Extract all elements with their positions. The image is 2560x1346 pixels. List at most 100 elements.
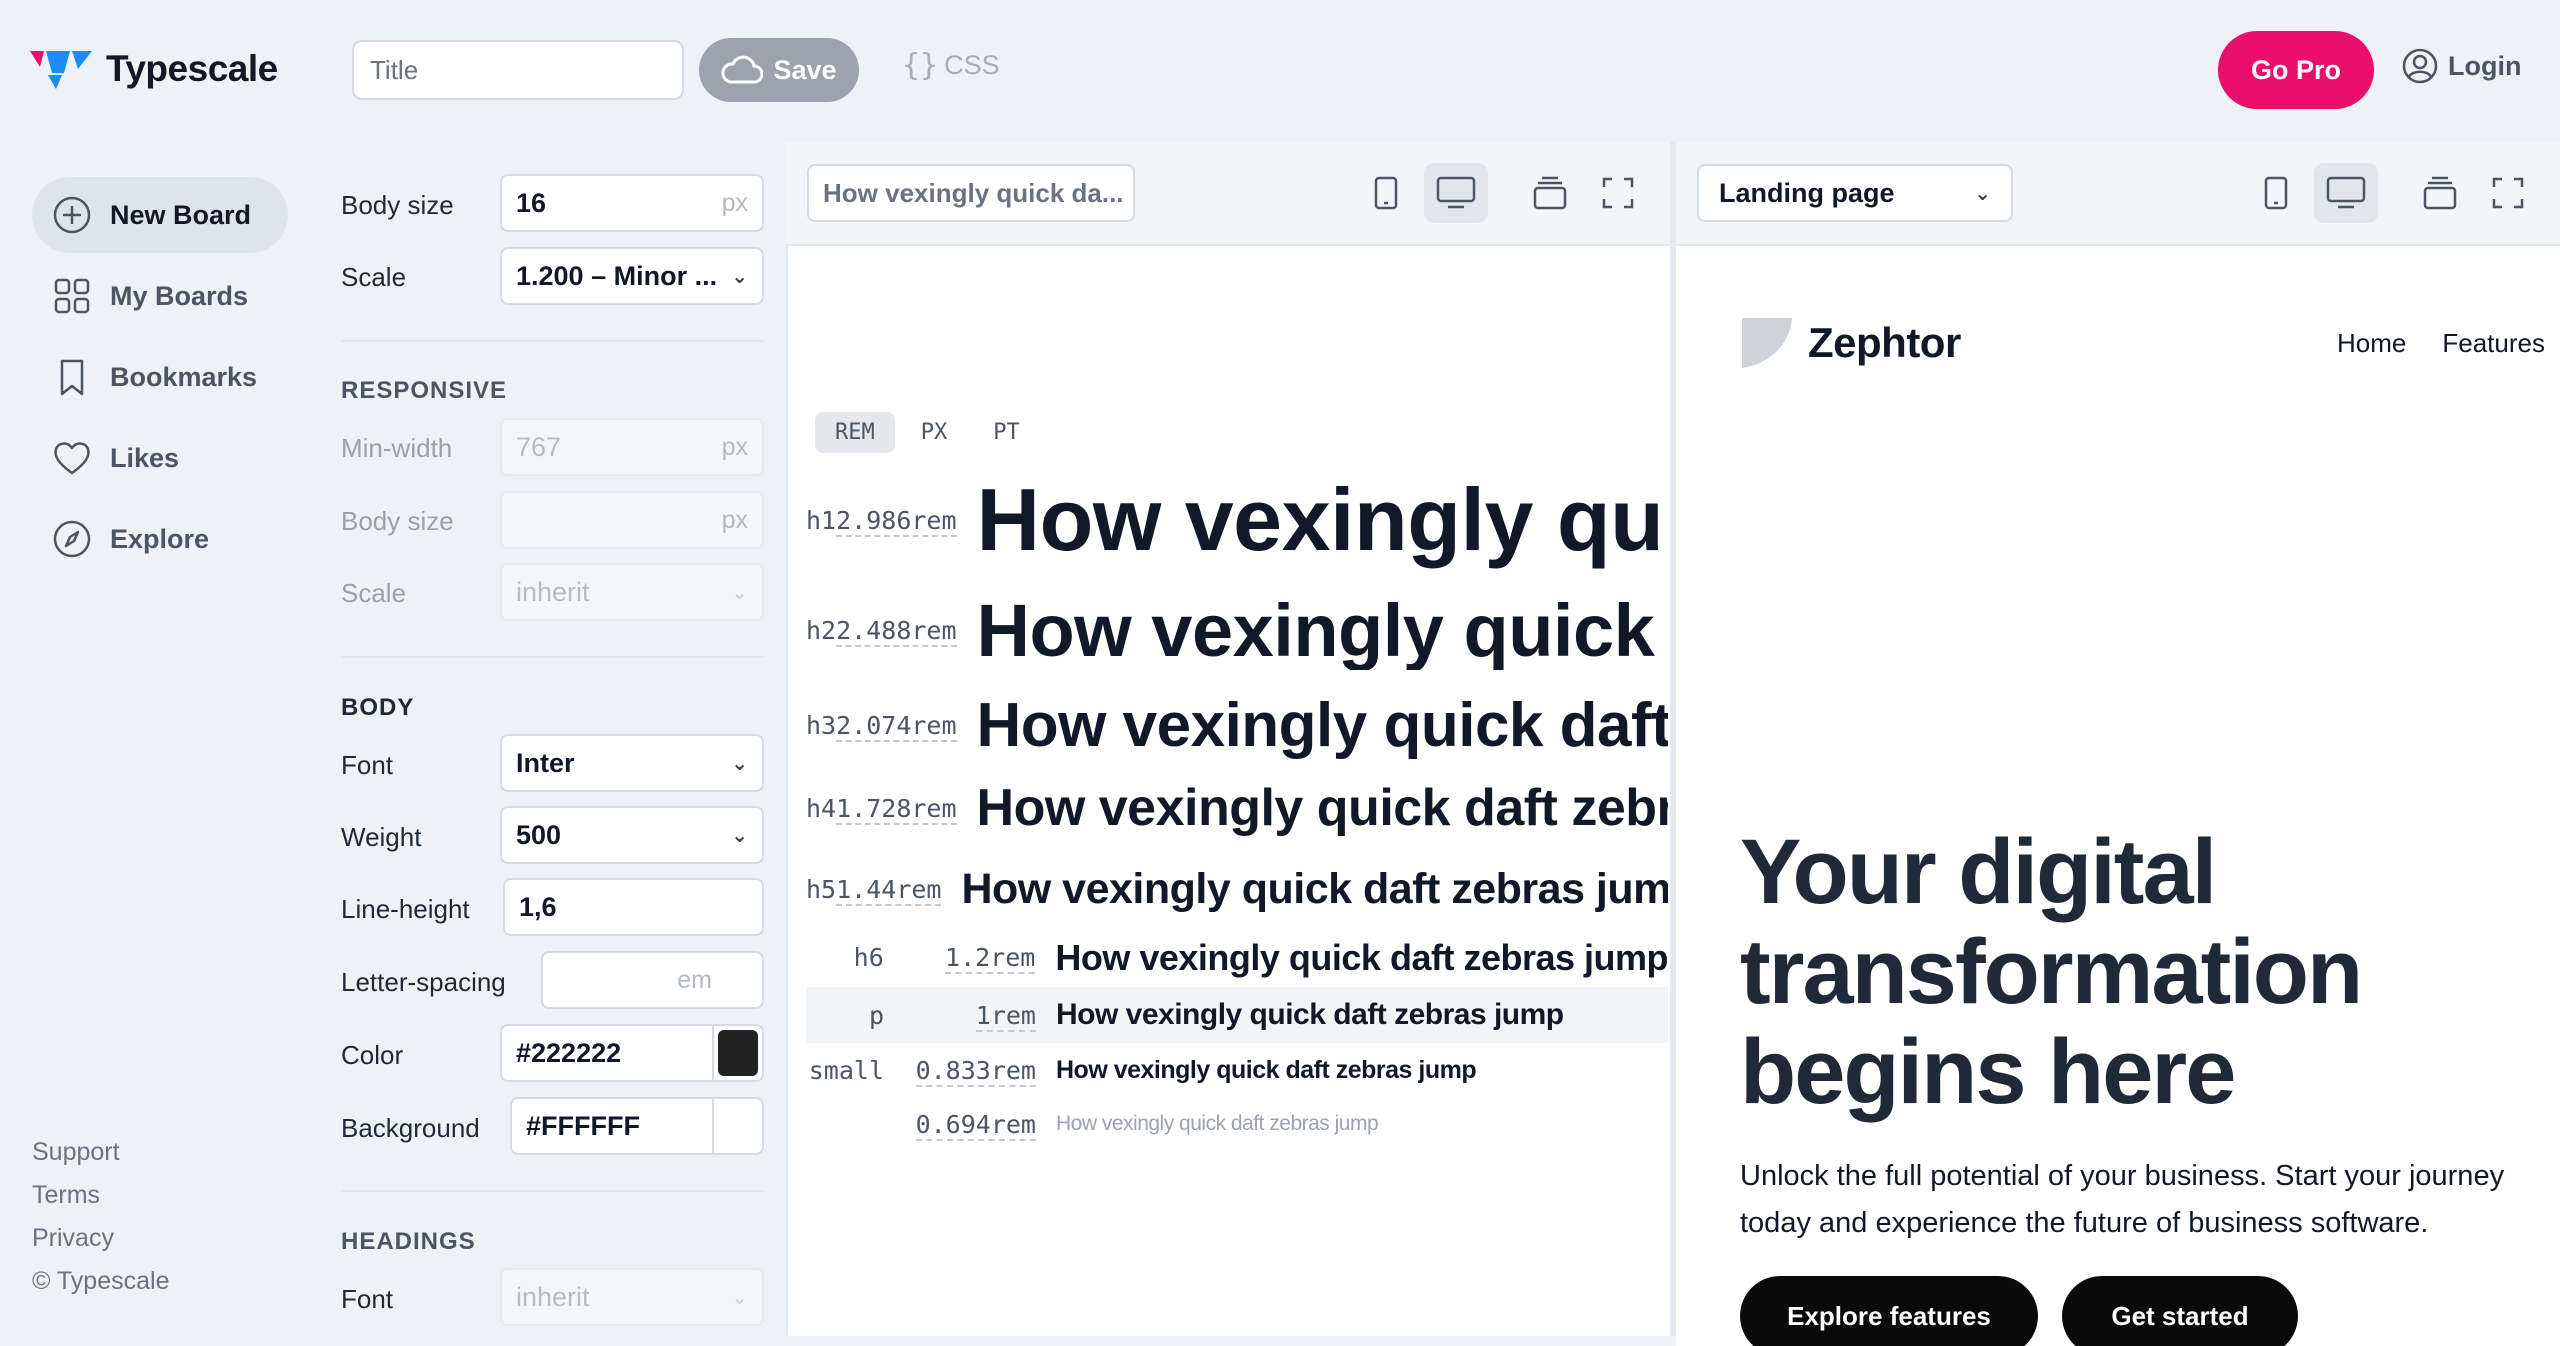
brand-name: Zephtor <box>1808 319 1961 366</box>
chevron-down-icon: ⌄ <box>731 1286 748 1309</box>
desktop-view-button[interactable] <box>2314 163 2378 223</box>
row-tag: h1 <box>806 505 837 535</box>
body-weight-select[interactable]: 500 ⌄ <box>500 806 764 864</box>
get-started-button[interactable]: Get started <box>2062 1276 2298 1346</box>
sidebar-item-new-board[interactable]: New Board <box>32 177 288 253</box>
background-color-swatch[interactable] <box>712 1099 762 1153</box>
row-tag: small <box>808 1055 884 1085</box>
headings-font-value: inherit <box>516 1281 590 1312</box>
body-font-select[interactable]: Inter ⌄ <box>500 734 764 792</box>
body-weight-value: 500 <box>516 819 562 850</box>
terms-link[interactable]: Terms <box>32 1180 169 1210</box>
bookmark-icon <box>60 359 84 396</box>
min-width-value: 767 <box>516 431 562 462</box>
text-color-value: #222222 <box>516 1037 622 1068</box>
stack-icon <box>2423 176 2457 210</box>
row-tag: h2 <box>806 615 837 645</box>
responsive-scale-select[interactable]: inherit ⌄ <box>500 563 764 621</box>
mobile-view-button[interactable] <box>1354 163 1418 223</box>
fullscreen-button[interactable] <box>2476 163 2540 223</box>
board-title-input[interactable] <box>352 40 684 100</box>
text-color-input[interactable]: #222222 <box>500 1024 764 1082</box>
sidebar-item-explore[interactable]: Explore <box>32 501 209 577</box>
css-button[interactable]: {} CSS <box>902 48 1000 83</box>
font-label: Font <box>341 750 394 780</box>
heart-icon <box>54 442 90 475</box>
row-value: 1.44rem <box>836 874 942 906</box>
sidebar-item-label: New Board <box>110 199 252 230</box>
fullscreen-button[interactable] <box>1586 163 1650 223</box>
landing-brand[interactable]: Zephtor <box>1740 316 1961 370</box>
expand-icon <box>1602 177 1634 209</box>
save-label: Save <box>773 54 837 85</box>
headings-font-label: Font <box>341 1284 394 1314</box>
weight-label: Weight <box>341 822 422 852</box>
chevron-down-icon: ⌄ <box>731 752 748 775</box>
row-value: 1rem <box>975 1000 1036 1032</box>
letter-spacing-input[interactable]: em <box>541 951 764 1009</box>
sidebar-item-my-boards[interactable]: My Boards <box>32 258 248 334</box>
line-height-input[interactable]: 1,6 <box>503 878 764 936</box>
tab-pt[interactable]: PT <box>973 412 1040 453</box>
body-size-unit: px <box>721 188 748 217</box>
landing-nav: Home Features <box>2337 328 2545 359</box>
nav-link-features[interactable]: Features <box>2442 328 2545 359</box>
login-button[interactable]: Login <box>2402 48 2521 84</box>
mobile-view-button[interactable] <box>2244 163 2308 223</box>
headings-font-select[interactable]: inherit ⌄ <box>500 1268 764 1326</box>
desktop-view-button[interactable] <box>1424 163 1488 223</box>
support-link[interactable]: Support <box>32 1137 169 1167</box>
brand-logo-icon <box>1742 318 1792 368</box>
min-width-label: Min-width <box>341 433 453 463</box>
scale-select[interactable]: 1.200 – Minor ... ⌄ <box>500 247 764 305</box>
explore-features-button[interactable]: Explore features <box>1740 1276 2038 1346</box>
hero-line: transformation <box>1740 921 2363 1023</box>
body-size-input[interactable]: 16 px <box>500 174 764 232</box>
background-color-input[interactable]: #FFFFFF <box>510 1097 764 1155</box>
app-logo[interactable]: Typescale <box>30 48 278 90</box>
scale-label: Scale <box>341 262 407 292</box>
row-value: 0.833rem <box>915 1055 1036 1087</box>
sidebar-item-likes[interactable]: Likes <box>32 420 179 496</box>
scale-value: 1.200 – Minor ... <box>516 260 718 291</box>
nav-link-home[interactable]: Home <box>2337 328 2406 359</box>
preview-template-select[interactable]: Landing page ⌄ <box>1697 164 2013 222</box>
text-color-swatch[interactable] <box>712 1026 762 1080</box>
responsive-heading: RESPONSIVE <box>341 377 508 404</box>
grid-icon <box>54 278 90 314</box>
min-width-input[interactable]: 767 px <box>500 418 764 476</box>
sidebar-item-label: My Boards <box>110 280 249 311</box>
compass-icon <box>53 520 91 558</box>
copyright: © Typescale <box>32 1267 170 1295</box>
sidebar-item-label: Likes <box>110 442 180 473</box>
row-sample: How vexingly quick daft zebras jump <box>1056 1112 1379 1135</box>
row-tag: h6 <box>853 943 884 972</box>
tab-rem[interactable]: REM <box>815 412 895 453</box>
layers-button[interactable] <box>1518 163 1582 223</box>
privacy-link[interactable]: Privacy <box>32 1223 169 1253</box>
go-pro-button[interactable]: Go Pro <box>2218 31 2374 109</box>
scale-row-p: p 1rem How vexingly quick daft zebras ju… <box>806 987 1668 1043</box>
responsive-body-size-unit: px <box>721 505 748 534</box>
layers-button[interactable] <box>2408 163 2472 223</box>
responsive-body-size-input[interactable]: px <box>500 491 764 549</box>
monitor-icon <box>2326 176 2366 209</box>
row-sample: How vexingly quick daft zebras jump <box>976 690 1668 760</box>
background-label: Background <box>341 1113 480 1143</box>
scale-row-h6: h6 1.2rem How vexingly quick daft zebras… <box>806 935 1668 980</box>
sample-text-input[interactable]: How vexingly quick da... <box>807 164 1135 222</box>
row-value: 2.488rem <box>836 615 957 647</box>
row-value: 1.2rem <box>945 943 1036 974</box>
save-button[interactable]: Save <box>699 38 859 102</box>
chevron-down-icon: ⌄ <box>731 581 748 604</box>
user-circle-icon <box>2402 48 2438 84</box>
sidebar-item-bookmarks[interactable]: Bookmarks <box>32 339 257 415</box>
hero-line: begins here <box>1740 1021 2236 1123</box>
monitor-icon <box>1436 176 1476 209</box>
tab-px[interactable]: PX <box>901 412 968 453</box>
row-tag: h4 <box>806 793 837 823</box>
background-color-value: #FFFFFF <box>526 1110 640 1141</box>
typescale-logo-icon <box>30 51 92 89</box>
divider <box>341 340 764 342</box>
row-sample: How vexingly quick daft zebras jump <box>976 590 1668 670</box>
